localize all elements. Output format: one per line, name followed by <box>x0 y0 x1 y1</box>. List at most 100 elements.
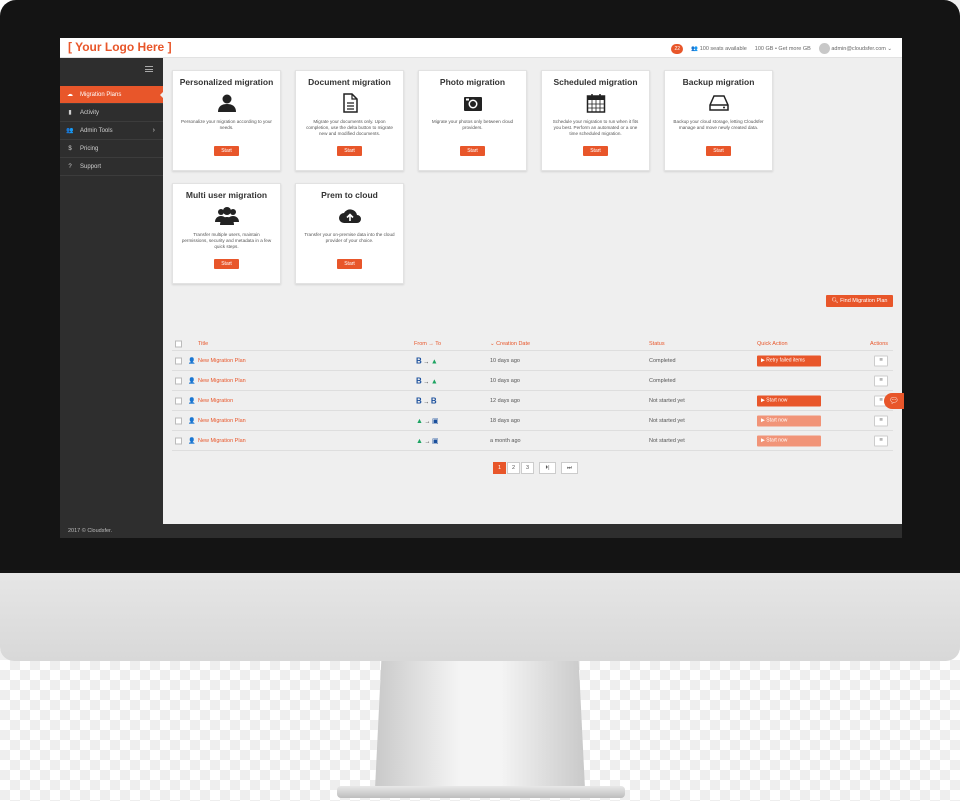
creation-date: 10 days ago <box>490 357 520 364</box>
card-personalized-migration: Personalized migration Personalize your … <box>172 70 281 171</box>
retry-failed-button[interactable]: ▶ Retry failed items <box>757 355 821 366</box>
start-button[interactable]: Start <box>337 146 362 156</box>
status-text: Not started yet <box>649 397 685 404</box>
top-bar: [ Your Logo Here ] 22 👥 100 seats availa… <box>60 38 902 58</box>
top-right-info: 22 👥 100 seats available 100 GB • Get mo… <box>671 43 892 54</box>
user-icon: 👤 <box>188 358 196 364</box>
sidebar-item-migration-plans[interactable]: ☁ Migration Plans <box>60 86 164 104</box>
hamburger-icon[interactable] <box>145 66 153 72</box>
plan-title-link[interactable]: New Migration Plan <box>198 358 246 364</box>
row-menu-button[interactable]: ≡ <box>874 415 888 426</box>
card-title: Document migration <box>308 77 391 87</box>
page-3-button[interactable]: 3 <box>521 462 534 474</box>
row-menu-button[interactable]: ≡ <box>874 355 888 366</box>
arrow-right-icon: → <box>424 418 431 425</box>
chevron-down-icon: ⌄ <box>887 45 892 52</box>
play-icon: ▶ <box>761 417 765 423</box>
google-drive-icon: ▲ <box>416 417 423 425</box>
box-logo-icon: B <box>416 396 422 405</box>
start-button[interactable]: Start <box>706 146 731 156</box>
google-drive-icon: ▲ <box>430 378 438 385</box>
row-checkbox[interactable] <box>175 437 182 444</box>
sidebar-item-admin-tools[interactable]: 👥 Admin Tools › <box>60 122 163 140</box>
calendar-icon <box>586 94 605 113</box>
row-menu-button[interactable]: ≡ <box>874 435 888 446</box>
plan-title-link[interactable]: New Migration Plan <box>198 438 246 444</box>
users-icon: 👥 <box>691 45 699 52</box>
card-multi-user-migration: Multi user migration Transfer multiple u… <box>172 183 281 284</box>
card-description: Migrate your documents only. Upon comple… <box>306 119 393 136</box>
quick-action-label: Start now <box>766 397 788 403</box>
quick-action-label: Start now <box>766 437 788 443</box>
sidebar-item-label: Pricing <box>80 145 99 152</box>
logo[interactable]: [ Your Logo Here ] <box>68 40 172 54</box>
user-icon: 👤 <box>188 398 196 404</box>
start-button[interactable]: Start <box>460 146 485 156</box>
creation-date: 10 days ago <box>490 377 520 384</box>
page-1-button[interactable]: 1 <box>493 462 506 474</box>
search-icon: 🔍︎ <box>831 298 839 304</box>
status-text: Not started yet <box>649 437 685 444</box>
find-migration-plan-button[interactable]: 🔍︎ Find Migration Plan <box>826 295 893 307</box>
header-status: Status <box>649 340 665 347</box>
notification-badge[interactable]: 22 <box>671 43 684 54</box>
row-menu-button[interactable]: ≡ <box>874 375 888 386</box>
plan-title-link[interactable]: New Migration <box>198 398 233 404</box>
card-scheduled-migration: Scheduled migration Schedule your migrat… <box>541 70 650 171</box>
start-button[interactable]: Start <box>214 146 239 156</box>
header-creation-date[interactable]: ⌄ Creation Date <box>490 341 530 347</box>
page-2-button[interactable]: 2 <box>507 462 520 474</box>
arrow-right-icon: → <box>423 399 430 405</box>
sidebar-item-activity[interactable]: ▮ Activity <box>60 104 163 122</box>
header-quick-action: Quick Action <box>757 340 788 347</box>
last-page-button[interactable]: ⏭ <box>561 462 578 474</box>
card-title: Multi user migration <box>185 190 268 200</box>
quick-action-label: Retry failed items <box>766 357 805 363</box>
card-backup-migration: Backup migration Backup your cloud stora… <box>664 70 773 171</box>
dollar-icon: $ <box>68 145 72 152</box>
card-description: Transfer your on-premise data into the c… <box>304 232 395 243</box>
seats-text: 100 seats available <box>699 45 747 52</box>
table-row: 👤 New Migration Plan ▲ → ▣ a month ago N… <box>172 431 893 451</box>
chat-icon[interactable]: 💬︎ <box>884 393 904 409</box>
plan-title-link[interactable]: New Migration Plan <box>198 418 246 424</box>
header-from-to: From → To <box>414 340 442 347</box>
card-prem-to-cloud: Prem to cloud Transfer your on-premise d… <box>295 183 404 284</box>
next-page-button[interactable]: ⏵| <box>539 462 556 474</box>
group-icon <box>214 207 239 225</box>
select-all-checkbox[interactable] <box>175 340 182 347</box>
user-icon <box>217 94 236 112</box>
monitor-foot <box>337 786 625 798</box>
start-now-button[interactable]: ▶ Start now <box>757 395 821 406</box>
row-checkbox[interactable] <box>175 377 182 384</box>
start-now-button[interactable]: ▶ Start now <box>757 435 821 446</box>
from-to-providers: ▲ → ▣ <box>416 437 439 445</box>
monitor-stand <box>375 661 585 789</box>
from-to-providers: ▲ → ▣ <box>416 417 439 425</box>
status-text: Completed <box>649 377 676 384</box>
user-icon: 👤 <box>188 418 196 424</box>
row-checkbox[interactable] <box>175 357 182 364</box>
table-row: 👤 New Migration Plan B → ▲ 10 days ago C… <box>172 371 893 391</box>
storage-info[interactable]: 100 GB • Get more GB <box>755 46 811 52</box>
row-checkbox[interactable] <box>175 417 182 424</box>
cloud-icon: ☁ <box>67 92 73 98</box>
start-button[interactable]: Start <box>337 259 362 269</box>
sidebar-item-support[interactable]: ? Support <box>60 158 163 176</box>
header-title[interactable]: Title <box>198 341 208 347</box>
card-title: Scheduled migration <box>553 77 638 87</box>
plan-title-link[interactable]: New Migration Plan <box>198 378 246 384</box>
start-now-button[interactable]: ▶ Start now <box>757 415 821 426</box>
table-header: Title From → To ⌄ Creation Date Status Q… <box>172 337 893 351</box>
sidebar-item-label: Support <box>80 163 102 170</box>
sidebar-item-pricing[interactable]: $ Pricing <box>60 140 163 158</box>
user-menu[interactable]: admin@cloudsfer.com ⌄ <box>818 43 892 54</box>
creation-date: a month ago <box>490 437 521 444</box>
start-button[interactable]: Start <box>214 259 239 269</box>
box-logo-icon: B <box>416 376 422 385</box>
start-button[interactable]: Start <box>583 146 608 156</box>
sidebar-nav: ☁ Migration Plans ▮ Activity 👥 Admin Too… <box>60 86 164 176</box>
app-screen: [ Your Logo Here ] 22 👥 100 seats availa… <box>60 38 902 538</box>
card-description: Transfer multiple users, maintain permis… <box>181 232 272 249</box>
row-checkbox[interactable] <box>175 397 182 404</box>
